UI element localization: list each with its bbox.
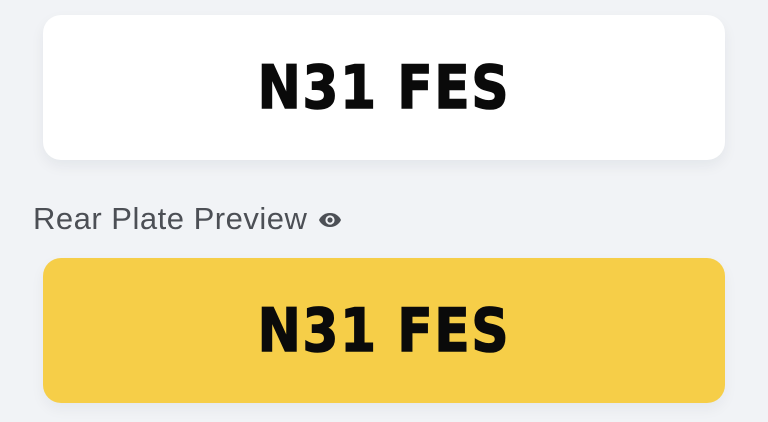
rear-plate-preview-label: Rear Plate Preview <box>33 201 308 236</box>
front-plate-preview: N31 FES <box>43 15 725 160</box>
front-plate-registration: N31 FES <box>257 52 511 123</box>
eye-icon[interactable] <box>317 210 343 230</box>
rear-plate-registration: N31 FES <box>257 295 511 366</box>
plate-preview-panel: N31 FES Rear Plate Preview N31 FES <box>0 0 768 422</box>
rear-plate-preview-heading: Rear Plate Preview <box>33 199 343 239</box>
rear-plate-preview: N31 FES <box>43 258 725 403</box>
